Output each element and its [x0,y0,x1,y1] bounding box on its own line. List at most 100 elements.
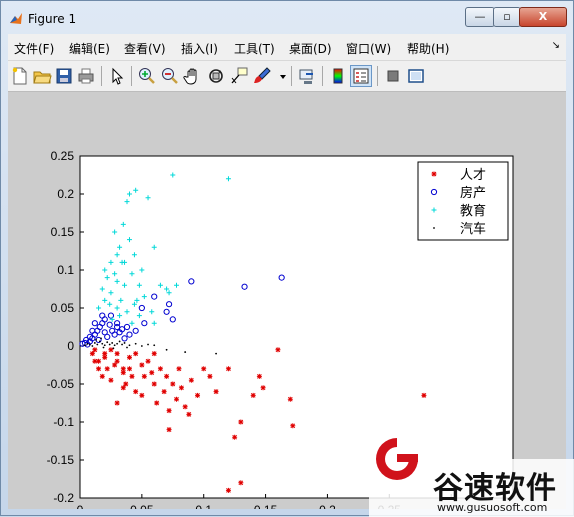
auto-point [84,344,86,347]
talent-point [170,381,176,387]
auto-point [215,352,217,355]
brush-dropdown-icon[interactable] [273,66,286,86]
auto-point [101,342,104,345]
x-tick-label: 0.2 [319,503,336,509]
talent-point [120,385,126,391]
auto-point [121,343,123,346]
watermark-logo-icon [376,438,418,480]
menu-view[interactable]: 查看(V) [124,40,166,57]
talent-point [126,354,132,360]
figure-toolbar [8,61,566,92]
data-cursor-icon[interactable] [229,66,249,86]
auto-point [184,351,187,353]
talent-point [161,389,167,395]
talent-point [287,396,293,402]
auto-point [86,342,89,345]
x-tick-label: 0 [77,503,84,509]
save-icon[interactable] [54,66,74,86]
auto-point [88,343,91,346]
auto-point [102,346,105,349]
auto-point [112,347,115,350]
talent-point [141,373,147,379]
talent-point [149,370,155,376]
y-tick-label: 0.05 [51,301,75,315]
hide-plot-tools-icon[interactable] [383,66,403,86]
menu-bar: 文件(F) 编辑(E) 查看(V) 插入(I) 工具(T) 桌面(D) 窗口(W… [8,34,566,61]
brush-icon[interactable] [252,66,272,86]
legend-icon[interactable] [350,65,372,87]
auto-point [128,344,131,347]
toolbar-separator [131,66,132,86]
talent-point [260,385,266,391]
menu-edit[interactable]: 编辑(E) [69,40,110,57]
zoom-out-icon[interactable] [160,66,180,86]
auto-point [118,340,121,343]
auto-point [111,342,114,344]
print-icon[interactable] [76,66,96,86]
y-axis: 0.25 0.2 0.15 0.1 0.05 0 -0.05 -0.1 -0.15 -0.2 [47,149,84,505]
talent-point [145,358,151,364]
link-plot-icon[interactable] [297,66,317,86]
menu-insert[interactable]: 插入(I) [181,40,218,57]
auto-point [91,345,94,347]
scatter-plot[interactable]: 00.050.10.150.20.250.3 0.250.20.150.10.0… [8,92,566,517]
maximize-button[interactable]: ▫ [493,7,521,27]
talent-point [238,480,244,486]
x-tick-label: 0.1 [195,503,212,509]
auto-point [103,344,106,347]
talent-point [213,389,219,395]
talent-point [104,366,110,372]
talent-point [102,351,108,357]
close-button[interactable]: X [519,7,567,27]
new-figure-icon[interactable] [10,66,30,86]
auto-point [147,343,149,346]
zoom-in-icon[interactable] [137,66,157,86]
talent-point [188,377,194,383]
talent-point [154,400,160,406]
x-tick-label: 0.15 [254,503,278,509]
edit-plot-arrow-icon[interactable] [107,66,127,86]
menu-help[interactable]: 帮助(H) [407,40,449,57]
client-area: 文件(F) 编辑(E) 查看(V) 插入(I) 工具(T) 桌面(D) 窗口(W… [8,34,566,517]
pan-hand-icon[interactable] [183,66,203,86]
menu-tools[interactable]: 工具(T) [234,40,275,57]
y-tick-label: -0.05 [47,377,75,391]
auto-point [113,344,116,347]
talent-point [207,373,213,379]
talent-point [139,362,145,368]
talent-point [92,358,98,364]
menu-file[interactable]: 文件(F) [14,40,54,57]
title-bar[interactable]: Figure 1 — ▫ X [1,1,573,35]
y-tick-label: -0.1 [53,415,74,429]
talent-point [166,408,172,414]
talent-point [186,411,192,417]
minimize-button[interactable]: — [465,7,495,27]
window-title: Figure 1 [28,12,77,26]
talent-point [225,487,231,493]
toolbar-separator [101,66,102,86]
talent-point [114,400,120,406]
auto-point [100,337,102,340]
menu-window[interactable]: 窗口(W) [346,40,391,57]
talent-point [157,366,163,372]
show-plot-tools-icon[interactable] [406,66,426,86]
colorbar-icon[interactable] [328,66,348,86]
auto-point [106,341,109,344]
talent-point [89,351,95,357]
figure-canvas: 00.050.10.150.20.250.3 0.250.20.150.10.0… [8,92,566,517]
matlab-logo-icon [10,13,22,24]
open-file-icon[interactable] [32,66,52,86]
talent-point [201,366,207,372]
y-tick-label: -0.2 [53,491,74,505]
auto-point [93,342,96,344]
menu-desktop[interactable]: 桌面(D) [289,40,332,57]
talent-point [129,373,135,379]
talent-point [99,373,105,379]
menubar-dock-arrow-icon[interactable]: ↘ [552,40,560,51]
talent-point [151,351,157,357]
rotate-3d-icon[interactable] [206,66,226,86]
talent-point [96,366,102,372]
talent-point [195,392,201,398]
auto-point [96,343,99,346]
legend[interactable]: 人才房产教育汽车 [417,161,509,241]
